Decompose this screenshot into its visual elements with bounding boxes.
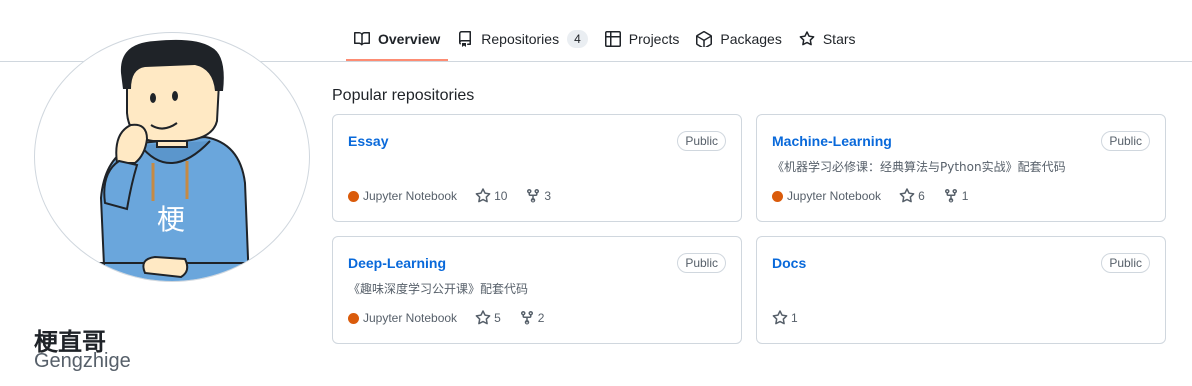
visibility-badge: Public	[677, 253, 726, 273]
avatar[interactable]: 梗	[34, 32, 310, 282]
star-icon	[899, 188, 915, 203]
star-icon	[475, 310, 491, 325]
language-color-dot	[772, 190, 783, 202]
repo-icon	[457, 31, 473, 47]
language-color-dot	[348, 312, 359, 324]
repo-card-docs: Docs Public 1	[756, 236, 1166, 344]
repo-card-essay: Essay Public Jupyter Notebook 10 3	[332, 114, 742, 222]
language-label: Jupyter Notebook	[787, 189, 882, 203]
language-label: Jupyter Notebook	[363, 189, 458, 203]
language-color-dot	[348, 190, 359, 202]
repo-meta: Jupyter Notebook 10 3	[348, 188, 569, 204]
tab-stars[interactable]: Stars	[791, 18, 864, 60]
tab-label: Stars	[822, 31, 856, 47]
forks-link[interactable]: 2	[519, 310, 545, 326]
avatar-illustration: 梗	[79, 39, 275, 281]
star-count: 6	[918, 189, 925, 203]
visibility-badge: Public	[677, 131, 726, 151]
fork-count: 2	[537, 311, 545, 325]
star-count: 5	[494, 311, 501, 325]
fork-count: 3	[544, 189, 552, 203]
star-icon	[799, 31, 815, 47]
star-count: 10	[494, 189, 508, 203]
tab-list: Overview Repositories 4 Projects Package…	[346, 18, 865, 61]
repo-link-essay[interactable]: Essay	[348, 133, 388, 149]
stargazers-link[interactable]: 5	[475, 310, 501, 326]
tab-label: Overview	[378, 31, 441, 47]
visibility-badge: Public	[1101, 131, 1150, 151]
repo-count-badge: 4	[567, 30, 588, 48]
repo-language: Jupyter Notebook	[348, 189, 457, 203]
tab-repositories[interactable]: Repositories 4	[449, 18, 596, 60]
visibility-badge: Public	[1101, 253, 1150, 273]
repo-card-deep-learning: Deep-Learning Public 《趣味深度学习公开课》配套代码 Jup…	[332, 236, 742, 344]
table-icon	[604, 31, 621, 47]
profile-login: Gengzhige	[34, 350, 131, 372]
repo-link-deep-learning[interactable]: Deep-Learning	[348, 255, 446, 271]
repo-meta: 1	[772, 310, 816, 326]
forks-link[interactable]: 3	[525, 188, 551, 204]
fork-icon	[944, 188, 957, 203]
tab-overview[interactable]: Overview	[346, 18, 449, 61]
repo-link-machine-learning[interactable]: Machine-Learning	[772, 133, 892, 149]
fork-icon	[527, 188, 540, 203]
tab-packages[interactable]: Packages	[688, 18, 789, 60]
popular-repositories-title: Popular repositories	[332, 87, 475, 104]
star-icon	[475, 188, 491, 203]
fork-count: 1	[961, 189, 969, 203]
star-icon	[772, 310, 788, 325]
tab-projects[interactable]: Projects	[597, 18, 688, 60]
repo-language: Jupyter Notebook	[772, 189, 881, 203]
tab-label: Packages	[720, 31, 782, 47]
forks-link[interactable]: 1	[943, 188, 969, 204]
hoodie-character: 梗	[157, 203, 185, 236]
stargazers-link[interactable]: 10	[475, 188, 507, 204]
repo-meta: Jupyter Notebook 6 1	[772, 188, 986, 204]
stargazers-link[interactable]: 1	[772, 310, 798, 326]
tab-label: Repositories	[481, 31, 560, 47]
repo-link-docs[interactable]: Docs	[772, 255, 806, 271]
repo-language: Jupyter Notebook	[348, 311, 457, 325]
package-icon	[696, 31, 713, 47]
repo-description: 《趣味深度学习公开课》配套代码	[348, 282, 529, 296]
fork-icon	[520, 310, 533, 325]
repo-description: 《机器学习必修课：经典算法与Python实战》配套代码	[772, 160, 1066, 174]
tab-label: Projects	[628, 31, 680, 47]
language-label: Jupyter Notebook	[363, 311, 458, 325]
repo-card-machine-learning: Machine-Learning Public 《机器学习必修课：经典算法与Py…	[756, 114, 1166, 222]
star-count: 1	[791, 311, 798, 325]
stargazers-link[interactable]: 6	[899, 188, 925, 204]
repo-meta: Jupyter Notebook 5 2	[348, 310, 562, 326]
book-icon	[354, 31, 370, 47]
